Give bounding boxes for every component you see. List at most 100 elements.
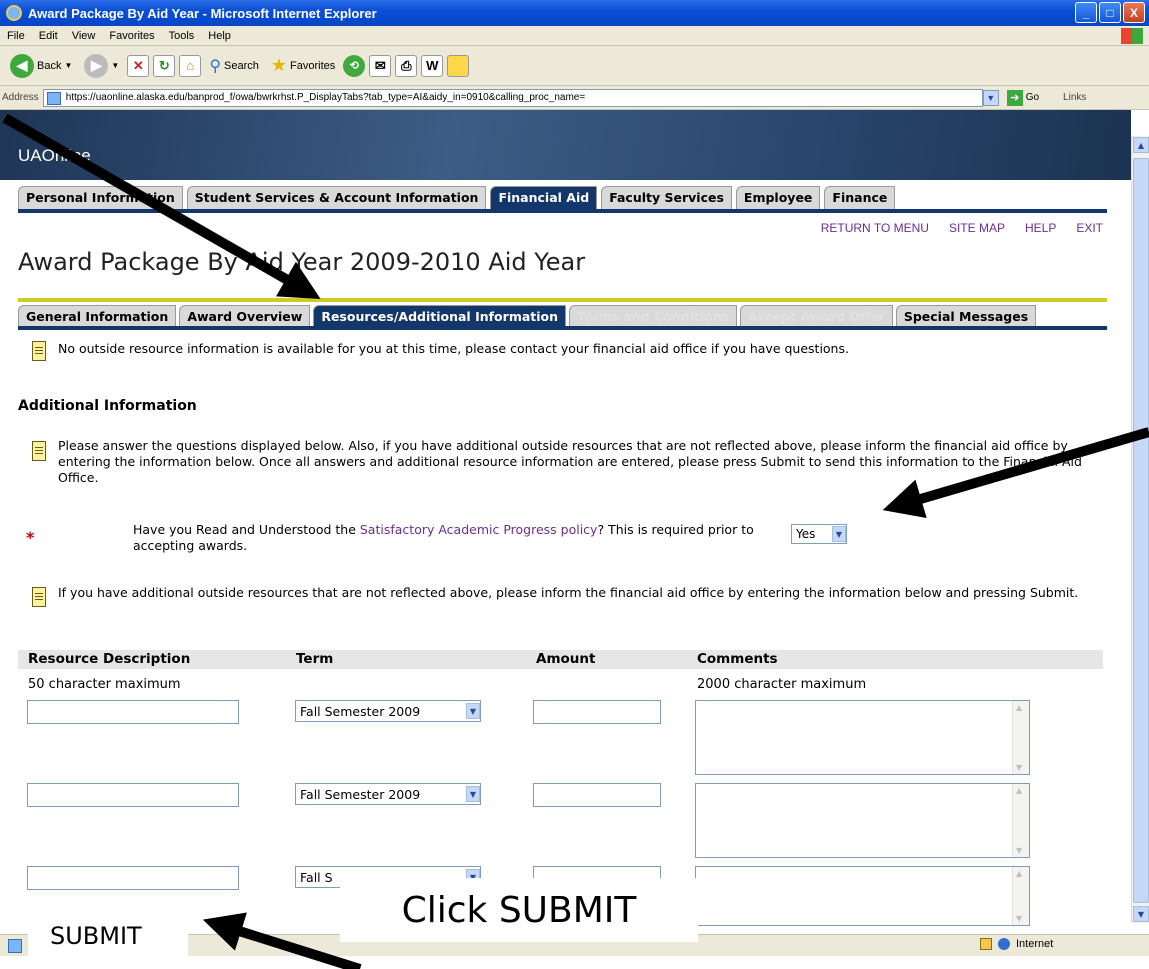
sap-answer-select[interactable]: Yes ▼ — [791, 524, 847, 544]
description-hint: 50 character maximum — [28, 677, 181, 692]
search-icon: ⚲ — [209, 57, 222, 75]
go-button[interactable]: ➜ Go — [1006, 89, 1039, 106]
maximize-button[interactable]: □ — [1099, 2, 1121, 23]
notice-instructions: Please answer the questions displayed be… — [32, 438, 1107, 486]
sap-policy-link[interactable]: Satisfactory Academic Progress policy — [360, 522, 598, 537]
menu-tools[interactable]: Tools — [162, 30, 202, 42]
tab-student-services[interactable]: Student Services & Account Information — [186, 186, 487, 210]
forward-button[interactable]: ▶ ▼ — [80, 52, 123, 80]
page-scrollbar[interactable]: ▲ ▼ — [1131, 136, 1149, 923]
amount-input[interactable] — [533, 783, 661, 807]
tab-faculty-services[interactable]: Faculty Services — [601, 186, 732, 210]
comments-hint: 2000 character maximum — [697, 677, 867, 692]
minimize-button[interactable]: _ — [1075, 2, 1097, 23]
star-icon: ★ — [270, 55, 288, 75]
textarea-scrollbar[interactable] — [1012, 867, 1029, 925]
note-icon — [32, 587, 46, 607]
submit-button[interactable]: SUBMIT — [28, 902, 188, 969]
go-arrow-icon: ➜ — [1006, 89, 1023, 106]
search-button[interactable]: ⚲ Search — [205, 54, 263, 78]
tab-employee[interactable]: Employee — [735, 186, 821, 210]
tab-special-messages[interactable]: Special Messages — [895, 305, 1037, 327]
scroll-up-icon[interactable]: ▲ — [1133, 137, 1149, 153]
address-bar: Address https://uaonline.alaska.edu/banp… — [0, 86, 1149, 110]
windows-logo-icon — [1121, 28, 1143, 44]
scroll-down-icon[interactable]: ▼ — [1133, 906, 1149, 922]
tab-financial-aid[interactable]: Financial Aid — [490, 186, 598, 210]
history-icon[interactable]: ⟲ — [343, 54, 366, 77]
menu-favorites[interactable]: Favorites — [102, 30, 161, 42]
notes-icon[interactable] — [447, 54, 470, 77]
browser-toolbar: ◀ Back ▼ ▶ ▼ ✕ ↻ ⌂ ⚲ Search ★ Favorites … — [0, 46, 1149, 86]
comments-textarea[interactable] — [695, 700, 1030, 775]
sub-tabs: General Information Award Overview Resou… — [18, 305, 1037, 327]
site-logo: UAOnline — [18, 146, 91, 165]
help-link[interactable]: HELP — [1025, 221, 1056, 235]
main-tabs: Personal Information Student Services & … — [18, 186, 896, 210]
tab-terms-and-conditions: Terms and Conditions — [569, 305, 738, 327]
textarea-scrollbar[interactable] — [1012, 701, 1029, 774]
address-label: Address — [2, 92, 39, 103]
print-icon[interactable]: ⎙ — [395, 54, 418, 77]
comments-textarea[interactable] — [695, 866, 1030, 926]
tab-personal-information[interactable]: Personal Information — [18, 186, 183, 210]
address-input[interactable]: https://uaonline.alaska.edu/banprod_f/ow… — [42, 88, 983, 107]
window-title-bar: Award Package By Aid Year - Microsoft In… — [0, 0, 1149, 26]
subtab-divider — [18, 326, 1107, 330]
exit-link[interactable]: EXIT — [1076, 221, 1103, 235]
favorites-button[interactable]: ★ Favorites — [267, 53, 339, 78]
additional-info-heading: Additional Information — [18, 398, 197, 414]
top-links: RETURN TO MENU SITE MAP HELP EXIT — [821, 221, 1103, 235]
sap-question: Have you Read and Understood the Satisfa… — [133, 522, 754, 553]
textarea-scrollbar[interactable] — [1012, 784, 1029, 857]
security-zone: Internet — [980, 938, 1053, 950]
term-select[interactable]: Fall Semester 2009 ▼ — [295, 700, 481, 722]
comments-textarea[interactable] — [695, 783, 1030, 858]
amount-input[interactable] — [533, 700, 661, 724]
tab-accept-award-offer: Accept Award Offer — [740, 305, 893, 327]
back-button[interactable]: ◀ Back ▼ — [6, 52, 76, 80]
site-map-link[interactable]: SITE MAP — [949, 221, 1005, 235]
note-icon — [32, 441, 46, 461]
resource-description-input[interactable] — [27, 783, 239, 807]
chevron-down-icon: ▼ — [466, 703, 480, 719]
ie-app-icon — [6, 5, 22, 21]
mail-icon[interactable]: ✉ — [369, 54, 392, 77]
col-comments: Comments — [697, 651, 778, 667]
back-arrow-icon: ◀ — [10, 53, 34, 78]
window-title: Award Package By Aid Year - Microsoft In… — [28, 5, 377, 21]
chevron-down-icon: ▼ — [466, 786, 480, 802]
tab-general-information[interactable]: General Information — [18, 305, 177, 327]
click-submit-callout: Click SUBMIT — [340, 878, 698, 942]
col-amount: Amount — [536, 651, 596, 667]
required-asterisk-icon: * — [26, 528, 35, 547]
address-dropdown-icon[interactable]: ▼ — [982, 89, 999, 106]
page-title: Award Package By Aid Year 2009-2010 Aid … — [18, 248, 586, 276]
tab-finance[interactable]: Finance — [824, 186, 896, 210]
stop-icon[interactable]: ✕ — [127, 54, 150, 77]
resource-description-input[interactable] — [27, 866, 239, 890]
resource-description-input[interactable] — [27, 700, 239, 724]
menu-view[interactable]: View — [65, 30, 103, 42]
menu-file[interactable]: File — [0, 30, 32, 42]
menu-edit[interactable]: Edit — [32, 30, 65, 42]
page-icon — [46, 91, 61, 105]
close-button[interactable]: X — [1123, 2, 1145, 23]
term-select[interactable]: Fall Semester 2009 ▼ — [295, 783, 481, 805]
title-divider — [18, 298, 1107, 302]
tab-award-overview[interactable]: Award Overview — [179, 305, 311, 327]
return-to-menu-link[interactable]: RETURN TO MENU — [821, 221, 929, 235]
refresh-icon[interactable]: ↻ — [153, 54, 176, 77]
col-term: Term — [296, 651, 334, 667]
resource-table-header: Resource Description Term Amount Comment… — [18, 650, 1103, 669]
edit-icon[interactable]: W — [421, 54, 444, 77]
page-status-icon — [8, 939, 22, 953]
tab-divider — [18, 209, 1107, 213]
tab-resources-additional-information[interactable]: Resources/Additional Information — [313, 305, 567, 327]
scroll-thumb[interactable] — [1133, 158, 1149, 903]
links-toolbar[interactable]: Links — [1063, 92, 1086, 103]
lock-icon — [980, 938, 992, 950]
menu-help[interactable]: Help — [201, 30, 238, 42]
home-icon[interactable]: ⌂ — [179, 54, 202, 77]
notice-resources: No outside resource information is avail… — [32, 341, 1102, 361]
